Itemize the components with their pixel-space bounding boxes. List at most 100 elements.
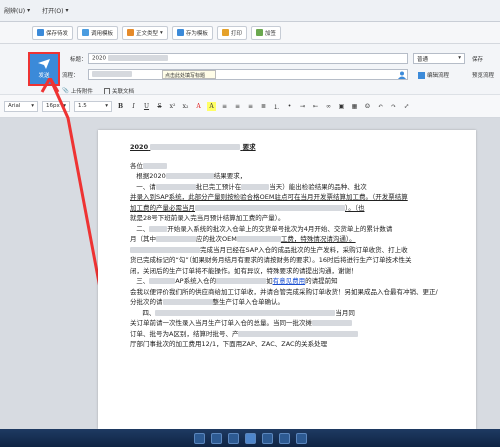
doc-link[interactable]: 有意见费用 [273, 277, 306, 285]
bullet-list-icon[interactable]: • [285, 102, 294, 111]
table-icon[interactable]: ▦ [350, 102, 359, 111]
add-sign-button[interactable]: 加签 [250, 25, 281, 40]
link-icon[interactable]: ∞ [324, 102, 333, 111]
menu-label: 打开(O) [42, 8, 64, 15]
menubar: 剐辨(U) ▾ 打开(O) ▾ [0, 0, 500, 22]
align-right-icon[interactable]: ≡ [246, 102, 255, 111]
doc-text: 整生产订单入仓单确认。 [212, 298, 285, 306]
doc-line: 货已完成标记的“勾”（如果财务月结月有要求的请按财务的要求）。16时后将进行生产… [130, 256, 412, 264]
doc-line: 四、 当月同 [130, 308, 450, 319]
align-center-icon[interactable]: ≡ [233, 102, 242, 111]
strikethrough-icon[interactable]: S [155, 102, 164, 111]
redacted-text [150, 144, 241, 150]
menu-item-1[interactable]: 打开(O) ▾ [42, 6, 68, 15]
doc-text: ）。（也 [345, 203, 365, 212]
font-color-icon[interactable]: A [194, 102, 203, 111]
title-value: 2020 [92, 55, 106, 62]
preview-flow-link[interactable]: 预览流程 [472, 71, 494, 79]
search-icon[interactable] [193, 432, 205, 444]
doc-line: 会我以便评价我们所的供应商给加工订单收，并请合管完成采购订单收货！另如果成品入仓… [130, 287, 438, 296]
redacted-text [162, 299, 213, 305]
redacted-text [312, 320, 352, 326]
title-input[interactable]: 2020 [88, 53, 408, 64]
doc-text: 三、 [136, 277, 150, 285]
image-icon[interactable]: ▣ [337, 102, 346, 111]
doc-text: 根据2020 [136, 172, 166, 180]
doc-text: 结果要求， [213, 172, 247, 180]
print-button[interactable]: 打印 [216, 25, 247, 40]
app-icon-3[interactable] [261, 432, 273, 444]
doc-text: 工费，特殊情况请沟通）。 [280, 235, 356, 243]
app-icon-1[interactable] [227, 432, 239, 444]
title-label: 标题： [70, 57, 87, 63]
save-link[interactable]: 保存 [472, 55, 483, 63]
flow-icon [418, 71, 425, 79]
button-label: 保存待发 [46, 30, 69, 37]
flow-input[interactable] [88, 69, 408, 80]
subscript-icon[interactable]: x₂ [181, 102, 190, 111]
doc-type-button[interactable]: 正文类型 ▾ [122, 25, 168, 40]
fullscreen-icon[interactable]: ⤢ [402, 102, 411, 111]
redacted-text [155, 309, 336, 316]
ordered-list-icon[interactable]: ⒈ [272, 102, 281, 111]
redacted-text [155, 183, 196, 190]
priority-select[interactable]: 普通 ▾ [413, 53, 465, 64]
redacted-text [149, 225, 168, 232]
redacted-text [241, 183, 270, 190]
doc-line: 闭，关闭后的生产订单将不能操作。如有异议，特殊要求的请提出沟通，谢谢！ [130, 266, 358, 275]
doc-text: 应的批次OEM [196, 235, 237, 243]
edit-flow-button[interactable]: 编辑流程 [418, 71, 449, 79]
app-icon-2[interactable] [244, 432, 256, 444]
redo-icon[interactable]: ↷ [389, 102, 398, 111]
print-icon [221, 29, 229, 36]
sign-icon [255, 29, 263, 36]
document-body[interactable]: 2020 要求 各位 根据2020 结果要求， 一、请 批已完工预计在 当天）能出检验… [130, 142, 450, 350]
doc-text: 当月同 [335, 308, 355, 317]
chevron-down-icon: ▾ [160, 29, 163, 36]
redacted-text [165, 173, 214, 179]
doc-line: 二、 开始录入系统的批次入仓单上的交货单号批次为4月开始、交货单上的累计数请 [130, 224, 450, 235]
chevron-down-icon: ▾ [65, 7, 69, 14]
back-icon[interactable] [210, 432, 222, 444]
doc-text: 的请提前知 [305, 277, 338, 285]
menu-item-0[interactable]: 剐辨(U) ▾ [4, 6, 30, 15]
user-icon[interactable] [398, 71, 406, 79]
doc-text: AP系统入仓的 [175, 277, 217, 285]
align-left-icon[interactable]: ≡ [220, 102, 229, 111]
redacted-text [216, 278, 267, 284]
undo-icon[interactable]: ↶ [376, 102, 385, 111]
doc-text: 订单、批号为A区别，结算时批号、产 [130, 329, 239, 338]
doc-line: 分批次的请 整生产订单入仓单确认。 [130, 297, 450, 308]
redacted-text [92, 71, 132, 77]
save-draft-button[interactable]: 保存待发 [32, 25, 74, 40]
doc-line: 就是28号下班前录入完当月预计结算加工费的产量）。 [130, 214, 285, 222]
indent-icon[interactable]: ⇥ [298, 102, 307, 111]
doc-line: 根据2020 结果要求， [130, 171, 450, 182]
use-template-button[interactable]: 调用模板 [77, 25, 119, 40]
app-icon-4[interactable] [278, 432, 290, 444]
forward-icon[interactable] [295, 432, 307, 444]
save-as-template-button[interactable]: 存为模板 [171, 25, 213, 40]
underline-icon[interactable]: U [142, 102, 151, 111]
edit-flow-label: 编辑流程 [427, 73, 450, 79]
italic-icon[interactable]: I [129, 102, 138, 111]
doc-line: 并录入到SAP系统，此部分产量则按检验合格OEM驻点可在当月开发票结算加工费。（… [130, 193, 408, 201]
doc-title-suffix: 要求 [242, 143, 256, 151]
redacted-text [236, 236, 281, 242]
doc-text: 关订单前请一次性录入当月生产订单入仓的总量。当同一批次摊 [130, 319, 312, 327]
doc-type-icon [127, 29, 135, 36]
doc-line: 一、请 批已完工预计在 当天）能出检验结果的品种、批次 [130, 182, 450, 193]
redacted-text [149, 278, 176, 284]
highlight-icon[interactable]: A [207, 101, 216, 111]
doc-text: 二、 [136, 224, 150, 233]
justify-icon[interactable]: ≣ [259, 102, 268, 111]
superscript-icon[interactable]: x² [168, 102, 177, 111]
emoji-icon[interactable]: ☺ [363, 102, 372, 111]
document-page[interactable]: 2020 要求 各位 根据2020 结果要求， 一、请 批已完工预计在 当天）能出检验… [98, 130, 476, 429]
doc-line: 订单、批号为A区别，结算时批号、产 [130, 329, 450, 340]
outdent-icon[interactable]: ⇤ [311, 102, 320, 111]
chevron-down-icon: ▾ [458, 55, 461, 61]
redacted-text [195, 204, 345, 211]
doc-text: 各位 [130, 161, 143, 170]
taskbar [0, 429, 500, 447]
